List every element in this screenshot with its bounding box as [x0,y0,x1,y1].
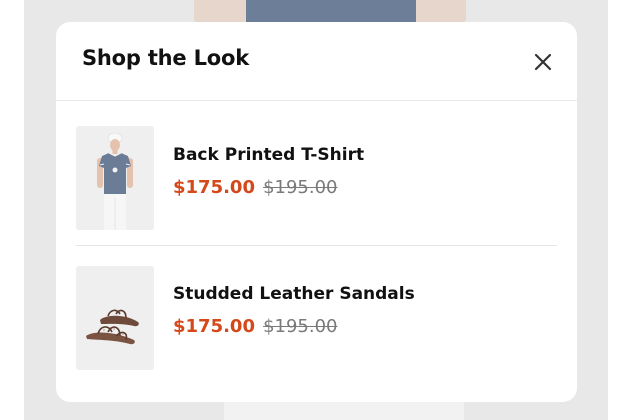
close-button[interactable] [531,50,555,74]
model-pants [224,402,464,420]
sandals-image [76,266,154,370]
product-list: Back Printed T-Shirt $175.00 $195.00 Stu… [76,101,557,390]
modal-header: Shop the Look [56,22,577,101]
product-item-tshirt[interactable]: Back Printed T-Shirt $175.00 $195.00 [76,101,557,245]
shop-the-look-modal: Shop the Look Back Printed T-Shirt $175.… [56,22,577,402]
product-info: Back Printed T-Shirt $175.00 $195.00 [173,145,543,198]
modal-title: Shop the Look [82,46,249,70]
price-row: $175.00 $195.00 [173,316,543,337]
original-price: $195.00 [263,316,338,337]
sale-price: $175.00 [173,316,255,337]
model-shirt [246,0,416,24]
tshirt-model-image [76,126,154,230]
tshirt-thumbnail[interactable] [76,126,154,230]
original-price: $195.00 [263,177,338,198]
price-row: $175.00 $195.00 [173,177,543,198]
close-icon [534,53,552,71]
product-name[interactable]: Back Printed T-Shirt [173,145,543,165]
product-item-sandals[interactable]: Studded Leather Sandals $175.00 $195.00 [76,245,557,390]
sale-price: $175.00 [173,177,255,198]
product-name[interactable]: Studded Leather Sandals [173,284,543,304]
sandals-thumbnail[interactable] [76,266,154,370]
product-info: Studded Leather Sandals $175.00 $195.00 [173,284,543,337]
